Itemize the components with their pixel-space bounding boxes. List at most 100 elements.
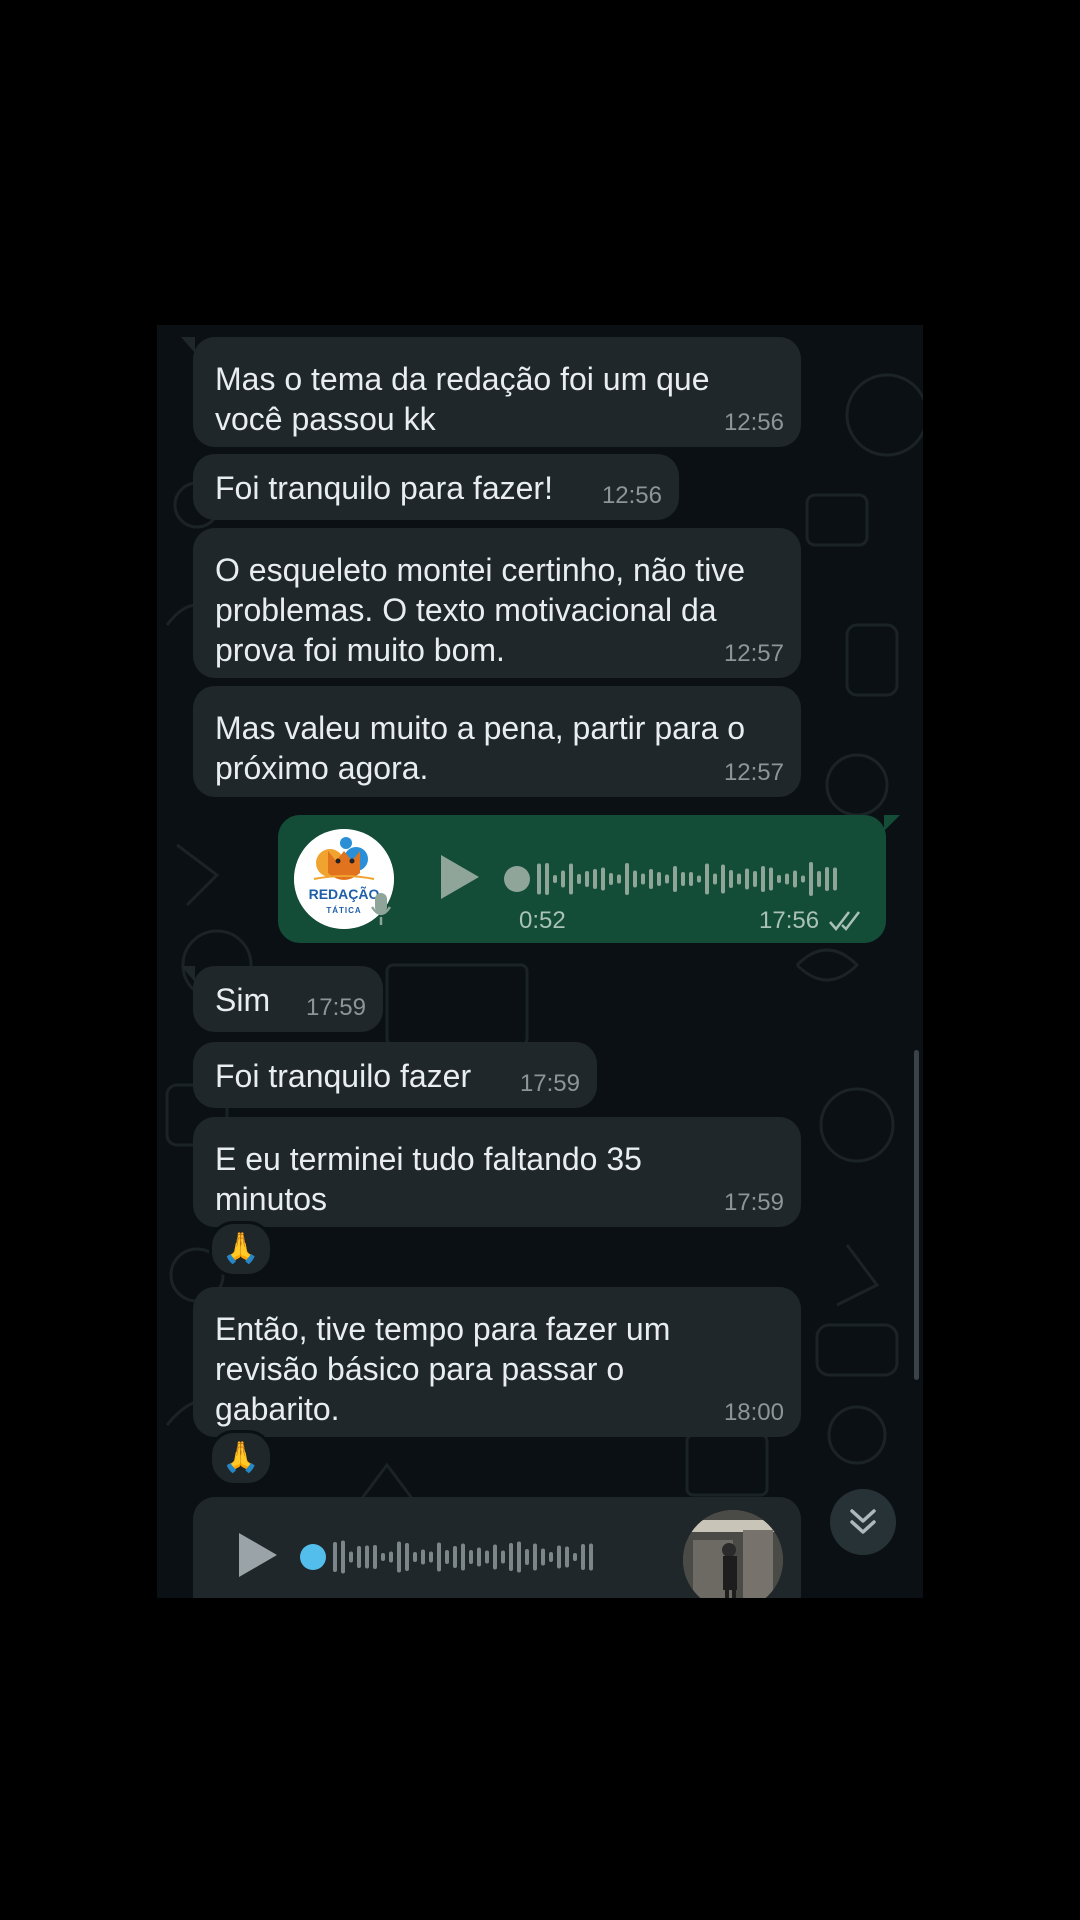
waveform-bar (573, 1553, 577, 1561)
message-bubble[interactable]: Mas valeu muito a pena, partir para o pr… (193, 686, 801, 797)
reaction-badge[interactable]: 🙏 (209, 1430, 273, 1486)
waveform-bar (729, 870, 733, 888)
waveform-bar (437, 1542, 441, 1572)
waveform-bar (469, 1550, 473, 1564)
waveform-bar (633, 870, 637, 888)
waveform-bar (569, 863, 573, 895)
waveform-bar (453, 1546, 457, 1568)
voice-message-incoming[interactable] (193, 1497, 801, 1598)
waveform-bar (541, 1548, 545, 1566)
waveform-bar (761, 866, 765, 892)
message-text: Mas o tema da redação foi um que você pa… (215, 361, 710, 437)
waveform-bar (609, 873, 613, 885)
waveform-bar (593, 869, 597, 889)
message-time: 12:57 (723, 759, 784, 786)
waveform-bar (681, 872, 685, 886)
waveform-bar (561, 870, 565, 888)
waveform-bar (509, 1543, 513, 1571)
waveform-bar (397, 1541, 401, 1573)
waveform-bar (585, 871, 589, 887)
waveform-bar (549, 1552, 553, 1562)
message-bubble[interactable]: Foi tranquilo para fazer! 12:56 (193, 454, 679, 520)
waveform-bar (753, 871, 757, 887)
message-bubble[interactable]: Sim 17:59 (181, 966, 383, 1032)
message-time: 17:56 (759, 907, 820, 934)
double-check-icon (829, 911, 860, 931)
waveform-bar (649, 869, 653, 889)
waveform-bar (341, 1540, 345, 1574)
waveform-bar (477, 1547, 481, 1567)
waveform-bar (817, 871, 821, 887)
waveform-bar (833, 867, 837, 891)
message-text: O esqueleto montei certinho, não tive pr… (215, 552, 746, 668)
waveform-bar (413, 1552, 417, 1562)
waveform-bar (581, 1544, 585, 1570)
waveform-bar (537, 863, 541, 895)
message-bubble[interactable]: E eu terminei tudo faltando 35 minutos 1… (193, 1117, 801, 1227)
message-time: 12:56 (601, 482, 662, 509)
bubble-tail (181, 337, 195, 353)
waveform-bar (557, 1545, 561, 1569)
waveform-bar (405, 1543, 409, 1571)
scrollbar[interactable] (914, 1050, 919, 1380)
svg-text:REDAÇÃO: REDAÇÃO (309, 885, 380, 902)
waveform-bar (825, 867, 829, 891)
chat-area[interactable]: Mas o tema da redação foi um que você pa… (157, 325, 923, 1598)
bubble-tail (884, 815, 900, 831)
message-bubble[interactable]: Foi tranquilo fazer 17:59 (193, 1042, 597, 1108)
svg-text:TÁTICA: TÁTICA (326, 906, 361, 915)
waveform-bar (517, 1541, 521, 1573)
waveform-bar (705, 863, 709, 895)
waveform-bar (721, 864, 725, 894)
voice-duration: 0:52 (519, 907, 566, 934)
message-text: Foi tranquilo fazer (215, 1058, 472, 1094)
chevrons-down-icon (850, 1509, 876, 1534)
waveform-bar (657, 872, 661, 886)
waveform-bar (373, 1545, 377, 1569)
message-bubble[interactable]: Então, tive tempo para fazer um revisão … (193, 1287, 801, 1437)
play-icon[interactable] (441, 855, 479, 899)
audio-waveform[interactable] (299, 1535, 639, 1579)
waveform-bar (445, 1550, 449, 1564)
message-time: 17:59 (305, 994, 366, 1021)
message-time: 18:00 (723, 1399, 784, 1426)
waveform-bar (793, 870, 797, 888)
voice-message-outgoing[interactable]: REDAÇÃO TÁTICA 0:52 17:56 (278, 815, 900, 943)
waveform-bar (421, 1549, 425, 1565)
waveform-bar (801, 875, 805, 883)
waveform-bar (545, 863, 549, 895)
message-bubble[interactable]: Mas o tema da redação foi um que você pa… (181, 337, 801, 447)
waveform-bar (501, 1550, 505, 1564)
waveform-bar (641, 873, 645, 885)
message-text: Sim (215, 982, 271, 1018)
waveform-bar (673, 866, 677, 892)
waveform-bar (601, 867, 605, 891)
waveform-bar (617, 874, 621, 884)
waveform-bar (713, 873, 717, 885)
message-time: 17:59 (519, 1070, 580, 1097)
waveform-bar (737, 873, 741, 885)
sender-photo[interactable] (683, 1510, 783, 1598)
waveform-bar (665, 874, 669, 884)
waveform-bar (533, 1543, 537, 1571)
message-time: 17:59 (723, 1189, 784, 1216)
message-time: 12:57 (723, 640, 784, 667)
reaction-badge[interactable]: 🙏 (209, 1221, 273, 1277)
waveform-bar (565, 1546, 569, 1568)
waveform-bar (769, 867, 773, 891)
waveform-bar (349, 1551, 353, 1563)
audio-waveform[interactable] (503, 857, 853, 901)
waveform-bar (381, 1553, 385, 1561)
waveform-bar (493, 1544, 497, 1570)
message-bubble[interactable]: O esqueleto montei certinho, não tive pr… (193, 528, 801, 678)
waveform-bar (389, 1551, 393, 1563)
gym-photo-thumbnail (683, 1510, 783, 1598)
play-icon[interactable] (239, 1533, 277, 1577)
waveform-bar (785, 873, 789, 885)
waveform-bar (589, 1543, 593, 1571)
waveform-bar (553, 875, 557, 883)
waveform-bar (365, 1545, 369, 1569)
message-time: 12:56 (723, 409, 784, 436)
scroll-to-bottom-button[interactable] (830, 1489, 896, 1555)
waveform-bar (485, 1550, 489, 1564)
